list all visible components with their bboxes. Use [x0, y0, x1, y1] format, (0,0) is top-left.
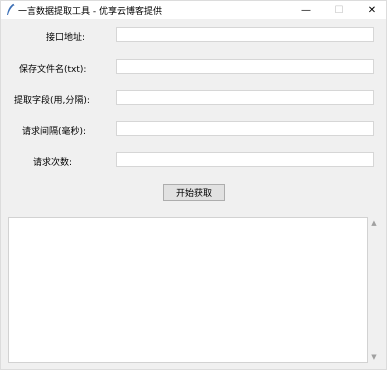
request-count-label: 请求次数: — [33, 158, 73, 168]
feather-icon — [7, 3, 15, 15]
save-filename-label: 保存文件名(txt): — [19, 65, 87, 75]
request-interval-label: 请求间隔(毫秒): — [22, 127, 87, 137]
title-bar: 一言数据提取工具 - 优享云博客提供 — ☐ ✕ — [1, 1, 386, 19]
output-textarea[interactable] — [8, 217, 368, 363]
close-button[interactable]: ✕ — [357, 1, 387, 19]
scroll-up-icon[interactable]: ▲ — [368, 217, 380, 229]
extract-fields-label: 提取字段(用,分隔): — [14, 96, 90, 106]
request-count-input[interactable] — [116, 152, 374, 167]
extract-fields-input[interactable] — [116, 90, 374, 105]
request-interval-input[interactable] — [116, 121, 374, 136]
save-filename-input[interactable] — [116, 59, 374, 74]
vertical-scrollbar[interactable]: ▲ ▼ — [368, 217, 380, 363]
api-url-label: 接口地址: — [46, 33, 86, 43]
app-window: 一言数据提取工具 - 优享云博客提供 — ☐ ✕ 接口地址: 保存文件名(txt… — [0, 0, 387, 370]
minimize-button[interactable]: — — [291, 1, 321, 19]
start-fetch-button[interactable]: 开始获取 — [163, 184, 225, 201]
api-url-input[interactable] — [116, 27, 374, 42]
scroll-down-icon[interactable]: ▼ — [368, 351, 380, 363]
window-title: 一言数据提取工具 - 优享云博客提供 — [18, 7, 162, 17]
maximize-button[interactable]: ☐ — [324, 1, 354, 19]
